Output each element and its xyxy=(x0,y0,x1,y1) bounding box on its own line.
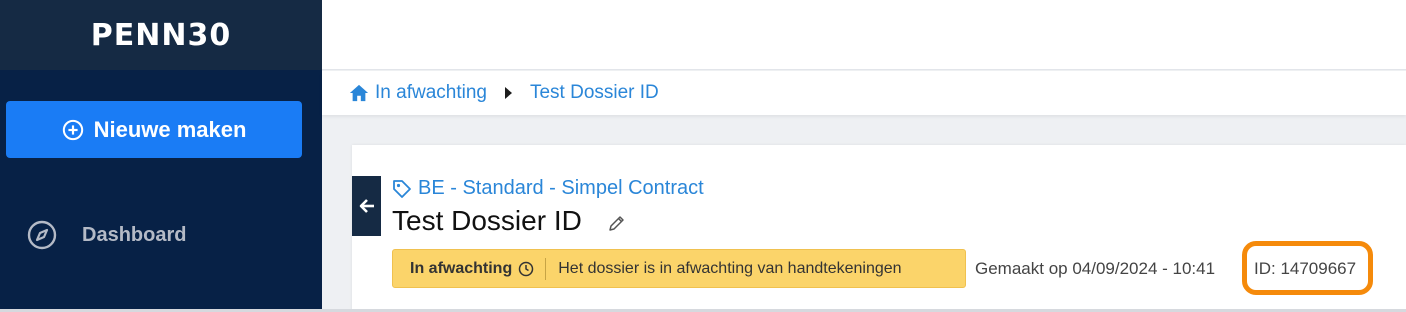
top-bar xyxy=(322,0,1406,70)
page-title: Test Dossier ID xyxy=(392,205,582,236)
status-divider xyxy=(545,257,547,280)
new-document-button-label: Nieuwe maken xyxy=(93,116,247,142)
home-icon xyxy=(349,84,369,102)
pencil-icon[interactable] xyxy=(608,214,626,232)
breadcrumb-label: In afwachting xyxy=(375,82,487,103)
template-label: BE - Standard - Simpel Contract xyxy=(418,177,704,199)
tag-icon xyxy=(393,179,411,198)
sidebar: PENN30 Nieuwe maken Dashboard xyxy=(0,0,322,312)
back-button[interactable] xyxy=(352,176,381,236)
breadcrumb-item-dossier[interactable]: Test Dossier ID xyxy=(530,82,659,104)
sidebar-item-label: Dashboard xyxy=(82,223,187,246)
status-label: In afwachting xyxy=(410,259,513,277)
penneo-logo[interactable]: PENN30 xyxy=(91,18,231,53)
brand-bar: PENN30 xyxy=(0,0,322,70)
arrow-left-icon xyxy=(359,199,374,213)
sidebar-item-dashboard[interactable]: Dashboard xyxy=(0,212,322,258)
template-link[interactable]: BE - Standard - Simpel Contract xyxy=(392,177,704,200)
new-document-button[interactable]: Nieuwe maken xyxy=(6,101,302,158)
id-highlight-annotation xyxy=(1242,241,1373,295)
breadcrumb: In afwachting Test Dossier ID xyxy=(322,71,1406,115)
clock-icon xyxy=(518,261,534,276)
status-badge: In afwachting Het dossier is in afwachti… xyxy=(392,249,966,288)
title-row: Test Dossier ID xyxy=(392,205,626,237)
created-date: Gemaakt op 04/09/2024 - 10:41 xyxy=(975,259,1216,278)
breadcrumb-separator-icon xyxy=(504,87,512,99)
plus-circle-icon xyxy=(62,119,83,140)
breadcrumb-item-pending[interactable]: In afwachting xyxy=(348,82,487,104)
status-message: Het dossier is in afwachting van handtek… xyxy=(558,259,902,277)
compass-icon xyxy=(27,220,57,250)
